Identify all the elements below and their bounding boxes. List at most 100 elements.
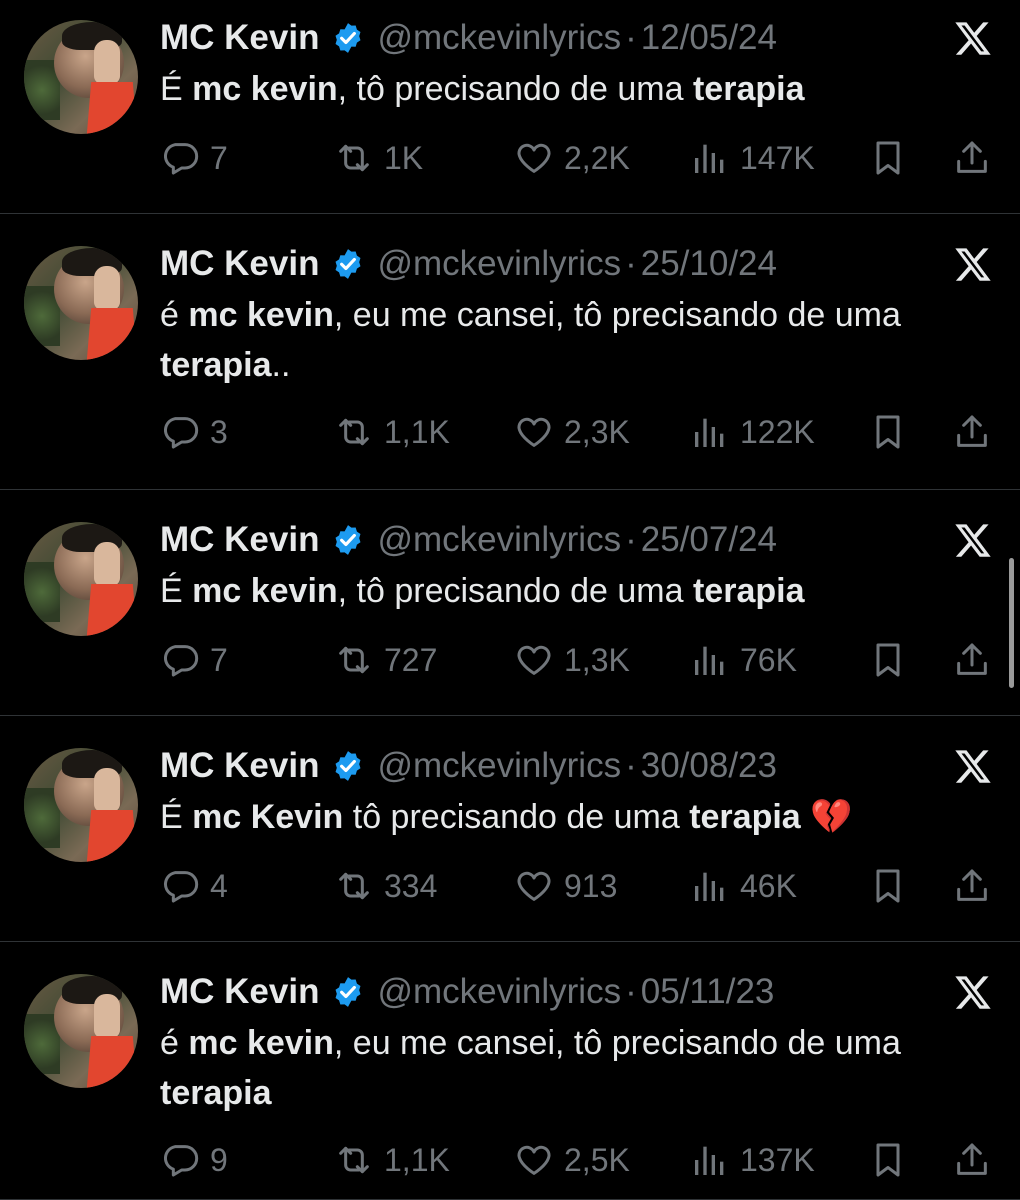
like-button[interactable]: 2,3K: [514, 410, 630, 454]
bookmark-button[interactable]: [868, 410, 908, 454]
verified-badge-icon: [331, 749, 365, 783]
views-button[interactable]: 46K: [690, 864, 797, 908]
tweet[interactable]: MC Kevin @mckevinlyrics · 12/05/24 É mc kevi…: [0, 0, 1020, 214]
separator-dot: ·: [625, 18, 637, 57]
reply-icon: [160, 138, 210, 178]
retweet-icon: [334, 866, 384, 906]
retweet-button[interactable]: 1,1K: [334, 1138, 450, 1182]
avatar[interactable]: [24, 748, 138, 862]
reply-button[interactable]: 4: [160, 864, 228, 908]
tweet-text: É mc Kevin tô precisando de uma terapia …: [160, 792, 1000, 842]
retweet-button[interactable]: 727: [334, 638, 437, 682]
x-logo-icon: [952, 746, 994, 788]
verified-badge-icon: [331, 975, 365, 1009]
avatar[interactable]: [24, 974, 138, 1088]
author-name[interactable]: MC Kevin: [160, 520, 319, 560]
tweet-header: MC Kevin @mckevinlyrics · 30/08/23: [160, 744, 777, 788]
tweet-date[interactable]: 05/11/23: [641, 972, 775, 1012]
share-button[interactable]: [952, 410, 992, 454]
avatar-cup: [86, 308, 138, 360]
author-name[interactable]: MC Kevin: [160, 746, 319, 786]
tweet-date[interactable]: 12/05/24: [641, 18, 777, 58]
like-icon: [514, 866, 564, 906]
share-button[interactable]: [952, 136, 992, 180]
tweet-text: É mc kevin, tô precisando de uma terapia: [160, 566, 1000, 616]
tweet-text-bold: mc kevin: [188, 296, 334, 334]
tweet-header: MC Kevin @mckevinlyrics · 12/05/24: [160, 16, 777, 60]
avatar[interactable]: [24, 522, 138, 636]
avatar[interactable]: [24, 20, 138, 134]
views-icon: [690, 1140, 740, 1180]
like-button[interactable]: 2,2K: [514, 136, 630, 180]
like-icon: [514, 412, 564, 452]
retweet-count: 334: [384, 867, 438, 904]
like-button[interactable]: 1,3K: [514, 638, 630, 682]
bookmark-button[interactable]: [868, 864, 908, 908]
retweet-button[interactable]: 334: [334, 864, 437, 908]
bookmark-button[interactable]: [868, 638, 908, 682]
like-icon: [514, 1140, 564, 1180]
like-icon: [514, 138, 564, 178]
tweet-date[interactable]: 30/08/23: [641, 746, 777, 786]
views-count: 76K: [740, 641, 797, 678]
retweet-button[interactable]: 1K: [334, 136, 423, 180]
tweet-feed: MC Kevin @mckevinlyrics · 12/05/24 É mc kevi…: [0, 0, 1020, 1200]
share-icon: [952, 138, 992, 178]
tweet-text-bold: mc kevin: [188, 1024, 334, 1062]
views-button[interactable]: 76K: [690, 638, 797, 682]
avatar[interactable]: [24, 246, 138, 360]
scrollbar[interactable]: [1009, 558, 1014, 688]
tweet[interactable]: MC Kevin @mckevinlyrics · 05/11/23 é mc kevi…: [0, 942, 1020, 1200]
tweet-header: MC Kevin @mckevinlyrics · 25/10/24: [160, 242, 777, 286]
views-count: 147K: [740, 139, 815, 176]
tweet-text: é mc kevin, eu me cansei, tô precisando …: [160, 1018, 1000, 1118]
tweet-text-segment: É: [160, 798, 193, 836]
author-name[interactable]: MC Kevin: [160, 18, 319, 58]
tweet-text-bold: mc kevin: [192, 70, 338, 108]
avatar-hand: [94, 266, 120, 310]
tweet-text-bold: terapia: [692, 572, 805, 610]
author-handle[interactable]: @mckevinlyrics: [377, 746, 621, 786]
views-button[interactable]: 137K: [690, 1138, 815, 1182]
tweet[interactable]: MC Kevin @mckevinlyrics · 25/07/24 É mc kevi…: [0, 490, 1020, 716]
tweet-date[interactable]: 25/10/24: [641, 244, 777, 284]
tweet[interactable]: MC Kevin @mckevinlyrics · 30/08/23 É mc Kevi…: [0, 716, 1020, 942]
author-handle[interactable]: @mckevinlyrics: [377, 520, 621, 560]
author-handle[interactable]: @mckevinlyrics: [377, 18, 621, 58]
retweet-button[interactable]: 1,1K: [334, 410, 450, 454]
reply-count: 9: [210, 1141, 228, 1178]
avatar-hand: [94, 994, 120, 1038]
author-name[interactable]: MC Kevin: [160, 972, 319, 1012]
verified-badge-icon: [331, 523, 365, 557]
tweet-header: MC Kevin @mckevinlyrics · 25/07/24: [160, 518, 777, 562]
author-handle[interactable]: @mckevinlyrics: [377, 244, 621, 284]
separator-dot: ·: [625, 244, 637, 283]
tweet[interactable]: MC Kevin @mckevinlyrics · 25/10/24 é mc kevi…: [0, 214, 1020, 490]
like-button[interactable]: 2,5K: [514, 1138, 630, 1182]
retweet-icon: [334, 412, 384, 452]
reply-count: 7: [210, 139, 228, 176]
reply-button[interactable]: 7: [160, 638, 228, 682]
tweet-text-segment: 💔: [800, 798, 853, 836]
tweet-text-segment: é: [160, 1024, 189, 1062]
retweet-count: 1K: [384, 139, 424, 176]
reply-button[interactable]: 9: [160, 1138, 228, 1182]
bookmark-button[interactable]: [868, 1138, 908, 1182]
share-button[interactable]: [952, 1138, 992, 1182]
views-button[interactable]: 147K: [690, 136, 815, 180]
x-logo-icon: [952, 972, 994, 1014]
bookmark-button[interactable]: [868, 136, 908, 180]
author-name[interactable]: MC Kevin: [160, 244, 319, 284]
reply-button[interactable]: 7: [160, 136, 228, 180]
share-button[interactable]: [952, 638, 992, 682]
separator-dot: ·: [625, 520, 637, 559]
author-handle[interactable]: @mckevinlyrics: [377, 972, 621, 1012]
reply-button[interactable]: 3: [160, 410, 228, 454]
share-button[interactable]: [952, 864, 992, 908]
tweet-text-segment: É: [160, 572, 193, 610]
tweet-date[interactable]: 25/07/24: [641, 520, 777, 560]
views-icon: [690, 412, 740, 452]
bookmark-icon: [868, 412, 908, 452]
like-button[interactable]: 913: [514, 864, 617, 908]
views-button[interactable]: 122K: [690, 410, 815, 454]
